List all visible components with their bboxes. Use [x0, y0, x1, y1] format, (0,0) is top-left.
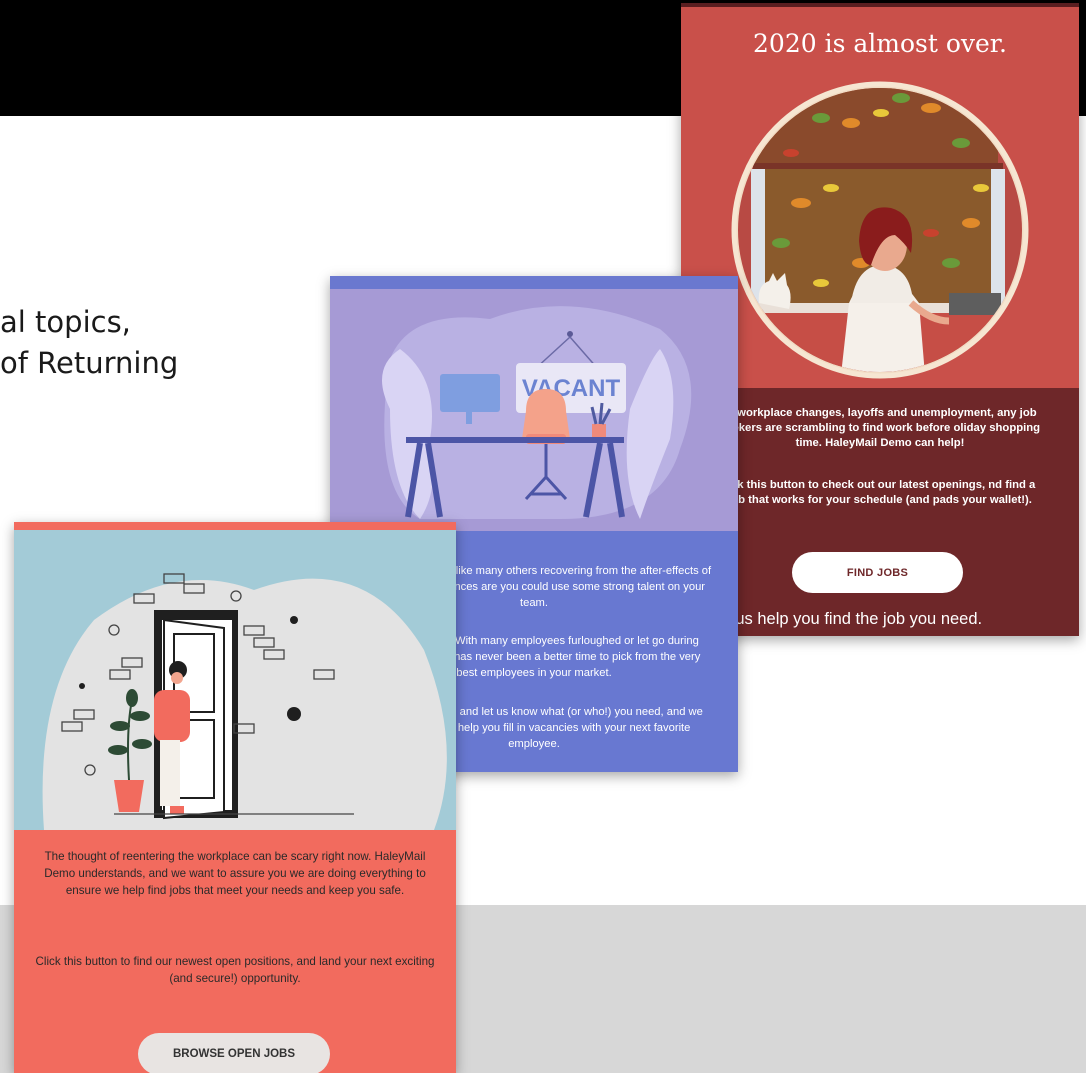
return-top-strip — [14, 522, 456, 530]
return-paragraph-1: The thought of reentering the workplace … — [44, 850, 426, 897]
return-hero — [14, 530, 456, 830]
return-email-card: The thought of reentering the workplace … — [14, 522, 456, 1073]
return-body: The thought of reentering the workplace … — [14, 830, 456, 1073]
slide-text-line-2: of Returning — [0, 346, 179, 380]
slide-text-line-1: al topics, — [0, 305, 131, 339]
vacant-hero: VACANT — [330, 289, 738, 531]
woman-window-illustration — [681, 3, 1079, 379]
holiday-title: 2020 is almost over. — [753, 29, 1007, 58]
holiday-paragraph-1: th workplace changes, layoffs and unempl… — [719, 407, 1041, 449]
return-paragraph-2: Click this button to find our newest ope… — [35, 955, 435, 985]
find-jobs-button[interactable]: FIND JOBS — [792, 552, 963, 593]
door-illustration — [42, 573, 447, 830]
holiday-closing-text: et us help you find the job you need. — [717, 610, 983, 628]
browse-open-jobs-button[interactable]: BROWSE OPEN JOBS — [138, 1033, 330, 1073]
holiday-paragraph-2: lick this button to check out our latest… — [724, 479, 1036, 506]
vacant-top-strip — [330, 276, 738, 289]
vacant-desk-illustration: VACANT — [382, 306, 692, 519]
holiday-email-card: 2020 is almost over. th workplace change… — [681, 3, 1079, 636]
holiday-body: th workplace changes, layoffs and unempl… — [681, 388, 1079, 636]
holiday-hero — [681, 3, 1079, 388]
